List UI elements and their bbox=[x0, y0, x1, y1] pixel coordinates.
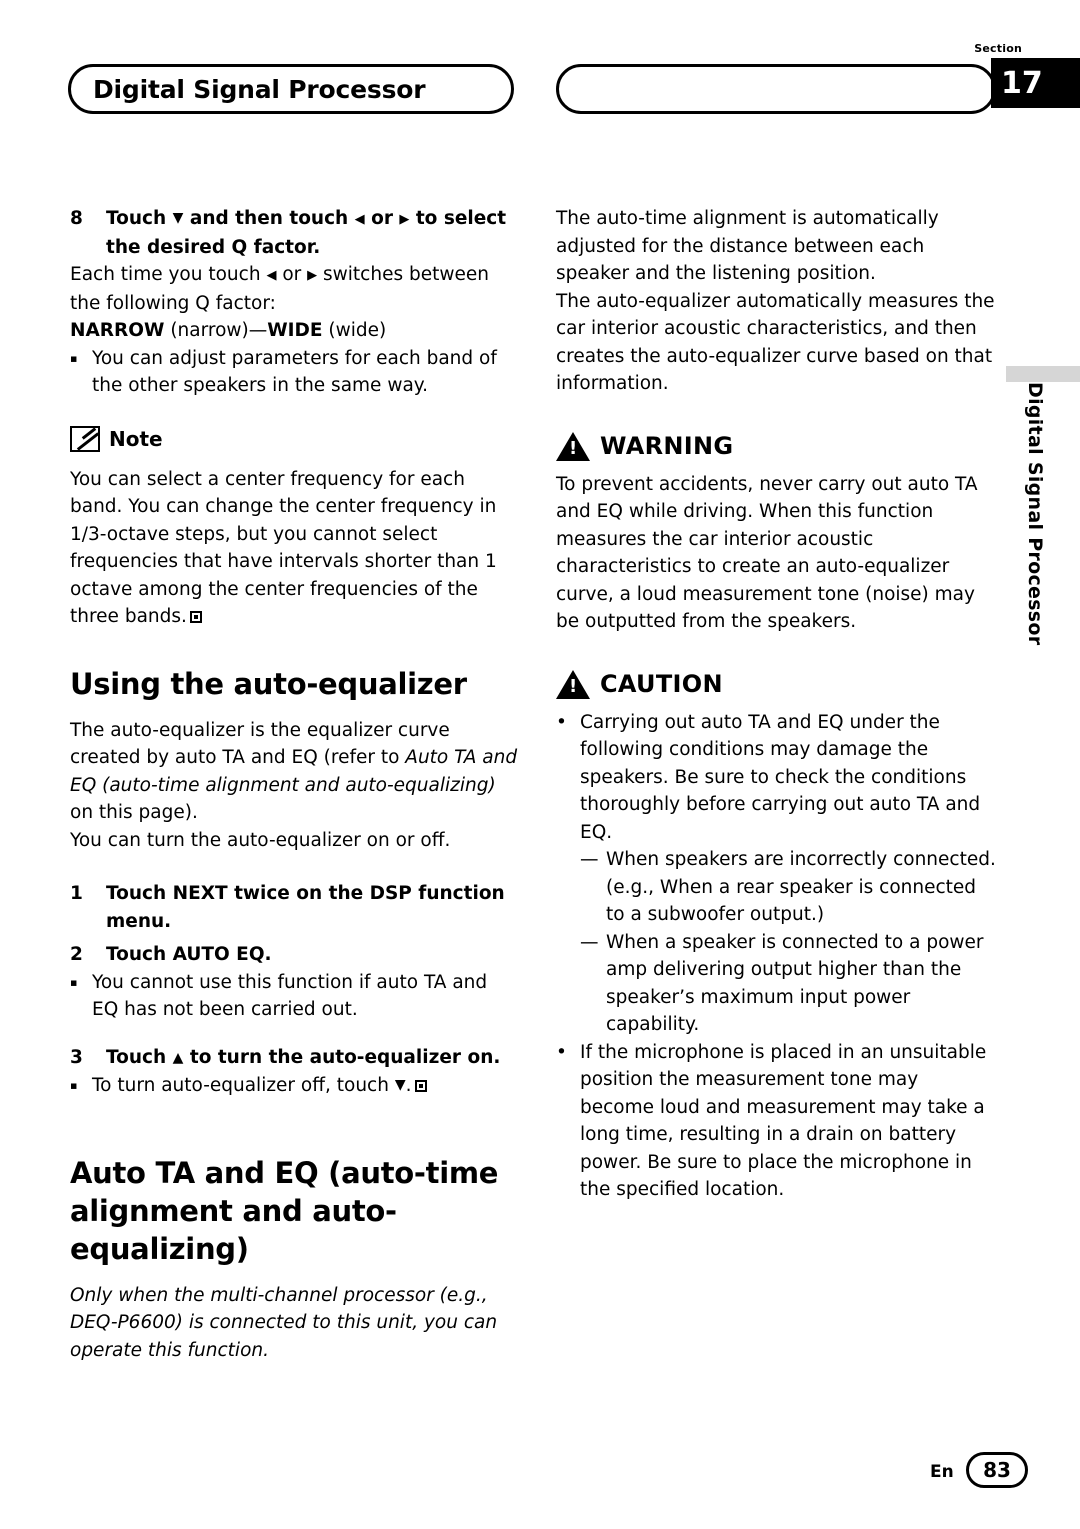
triangle-left-icon-2: ◀ bbox=[266, 268, 277, 283]
q-factor-narrow-plain: (narrow)— bbox=[164, 320, 268, 341]
bullet-item-3-text-b: . bbox=[405, 1075, 412, 1096]
step-1-number: 1 bbox=[70, 883, 83, 904]
footer-page-number: 83 bbox=[983, 1458, 1011, 1482]
triangle-right-icon-2: ▶ bbox=[307, 268, 318, 283]
q-factor-line: NARROW (narrow)—WIDE (wide) bbox=[70, 317, 518, 345]
caution-bullet-1: • Carrying out auto TA and EQ under the … bbox=[556, 709, 998, 847]
end-marker-icon bbox=[189, 611, 202, 623]
side-tab: Digital Signal Processor bbox=[1006, 382, 1064, 712]
step-1-text: Touch NEXT twice on the DSP function men… bbox=[106, 883, 505, 932]
side-tab-bar bbox=[1006, 366, 1080, 382]
right-column: The auto-time alignment is automatically… bbox=[556, 205, 998, 1204]
triangle-down-icon: ▼ bbox=[172, 210, 184, 226]
caution-dash-1-text: When speakers are incorrectly connected.… bbox=[606, 849, 996, 925]
left-column: 8 Touch ▼ and then touch ◀ or ▶ to selec… bbox=[70, 205, 518, 1364]
step-8: 8 Touch ▼ and then touch ◀ or ▶ to selec… bbox=[70, 205, 518, 261]
step-8-text-a: Touch bbox=[106, 208, 173, 229]
note-pencil-icon bbox=[70, 425, 100, 452]
section-number-text: 17 bbox=[1001, 65, 1043, 101]
bullet-item-1-text: You can adjust parameters for each band … bbox=[92, 347, 497, 397]
step-8-text-b: and then touch bbox=[183, 208, 355, 229]
footer-page-badge: 83 bbox=[966, 1452, 1028, 1488]
warning-body: To prevent accidents, never carry out au… bbox=[556, 473, 978, 633]
round-bullet-icon-2: • bbox=[556, 1041, 567, 1063]
right-paragraph-1: The auto-time alignment is automatically… bbox=[556, 208, 939, 284]
triangle-up-icon: ▲ bbox=[172, 1049, 184, 1066]
step-3-number: 3 bbox=[70, 1046, 83, 1068]
caution-header: CAUTION bbox=[556, 669, 998, 699]
step-3-text-a: Touch bbox=[106, 1046, 173, 1068]
caution-bullet-2-text: If the microphone is placed in an unsuit… bbox=[580, 1041, 987, 1201]
warning-triangle-icon bbox=[556, 431, 590, 461]
step-8-number: 8 bbox=[70, 208, 83, 229]
auto-eq-paragraph-1: The auto-equalizer is the equalizer curv… bbox=[70, 717, 518, 827]
step-2-number: 2 bbox=[70, 944, 83, 965]
bullet-item-3-text-a: To turn auto-equalizer off, touch bbox=[92, 1075, 395, 1096]
step-8-text: Touch ▼ and then touch ◀ or ▶ to select … bbox=[106, 205, 518, 261]
step-1: 1 Touch NEXT twice on the DSP function m… bbox=[70, 880, 518, 935]
bullet-item-1: ▪ You can adjust parameters for each ban… bbox=[70, 345, 518, 400]
q-factor-narrow-bold: NARROW bbox=[70, 320, 165, 341]
section-label: Section bbox=[974, 42, 1022, 55]
auto-ta-intro: Only when the multi-channel processor (e… bbox=[70, 1284, 498, 1361]
end-marker-icon-2 bbox=[414, 1080, 427, 1092]
bullet-item-2: ▪ You cannot use this function if auto T… bbox=[70, 969, 518, 1024]
caution-dash-2-text: When a speaker is connected to a power a… bbox=[606, 931, 984, 1036]
page-header-title: Digital Signal Processor bbox=[68, 64, 514, 114]
auto-eq-paragraph-2: You can turn the auto-equalizer on or of… bbox=[70, 829, 451, 851]
caution-bullet-2: • If the microphone is placed in an unsu… bbox=[556, 1039, 998, 1204]
warning-header: WARNING bbox=[556, 431, 998, 461]
square-bullet-icon: ▪ bbox=[70, 351, 78, 365]
section-number-badge: 17 bbox=[991, 58, 1080, 108]
right-paragraph-2: The auto-equalizer automatically measure… bbox=[556, 290, 995, 395]
step-8-body: Each time you touch ◀ or ▶ switches betw… bbox=[70, 261, 518, 317]
note-body-text: You can select a center frequency for ea… bbox=[70, 468, 497, 628]
side-tab-label: Digital Signal Processor bbox=[1024, 382, 1046, 646]
page-header-title-text: Digital Signal Processor bbox=[93, 74, 426, 104]
step-2: 2 Touch AUTO EQ. bbox=[70, 941, 518, 969]
step-3-text-b: to turn the auto-equalizer on. bbox=[183, 1046, 501, 1068]
auto-eq-paragraph-1c: on this page). bbox=[70, 802, 198, 823]
round-bullet-icon-1: • bbox=[556, 711, 567, 733]
step-8-body-b: or bbox=[276, 264, 308, 285]
bullet-item-2-text: You cannot use this function if auto TA … bbox=[92, 971, 488, 1021]
step-8-text-c: or bbox=[364, 208, 400, 229]
triangle-down-icon-2: ▼ bbox=[394, 1077, 406, 1093]
bullet-item-3: ▪ To turn auto-equalizer off, touch ▼. bbox=[70, 1072, 518, 1100]
step-3-text: Touch ▲ to turn the auto-equalizer on. bbox=[106, 1044, 518, 1073]
heading-auto-ta-and-eq: Auto TA and EQ (auto-time alignment and … bbox=[70, 1155, 499, 1266]
heading-using-auto-equalizer: Using the auto-equalizer bbox=[70, 666, 467, 701]
em-dash-icon-1: — bbox=[580, 849, 599, 870]
step-3: 3 Touch ▲ to turn the auto-equalizer on. bbox=[70, 1044, 518, 1073]
caution-triangle-icon bbox=[556, 669, 590, 699]
bullet-item-3-text: To turn auto-equalizer off, touch ▼. bbox=[92, 1072, 427, 1100]
warning-label: WARNING bbox=[600, 432, 734, 460]
caution-label: CAUTION bbox=[600, 670, 723, 698]
note-body: You can select a center frequency for ea… bbox=[70, 466, 518, 631]
q-factor-wide-plain: (wide) bbox=[322, 320, 387, 341]
manual-page: Digital Signal Processor Section 17 Digi… bbox=[0, 0, 1080, 1529]
caution-bullet-1-text: Carrying out auto TA and EQ under the fo… bbox=[580, 711, 981, 843]
step-2-text: Touch AUTO EQ. bbox=[106, 944, 272, 965]
triangle-right-icon: ▶ bbox=[399, 212, 410, 227]
auto-eq-paragraph-1a: The auto-equalizer is the equalizer curv… bbox=[70, 719, 450, 769]
caution-dash-1: — When speakers are incorrectly connecte… bbox=[580, 846, 998, 929]
em-dash-icon-2: — bbox=[580, 931, 599, 953]
caution-dash-2: — When a speaker is connected to a power… bbox=[580, 929, 998, 1039]
square-bullet-icon-2: ▪ bbox=[70, 975, 78, 989]
note-label: Note bbox=[109, 426, 163, 451]
q-factor-wide-bold: WIDE bbox=[267, 320, 323, 341]
footer-language: En bbox=[930, 1462, 954, 1482]
note-header: Note bbox=[70, 425, 518, 452]
square-bullet-icon-3: ▪ bbox=[70, 1079, 78, 1092]
step-8-body-a: Each time you touch bbox=[70, 264, 267, 285]
page-header-blank-pill bbox=[556, 64, 996, 114]
triangle-left-icon: ◀ bbox=[354, 212, 365, 227]
